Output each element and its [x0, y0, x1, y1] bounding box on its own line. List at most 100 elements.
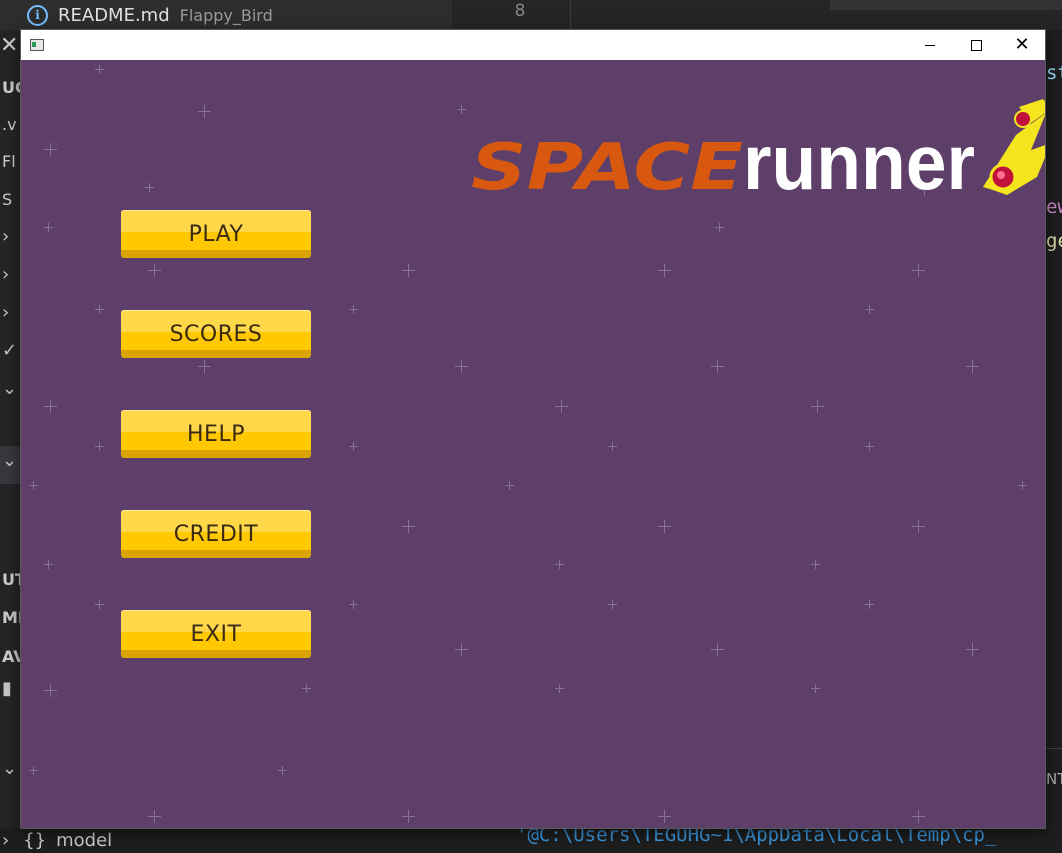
star-decoration — [1018, 481, 1027, 490]
star-decoration — [865, 305, 874, 314]
star-decoration — [555, 684, 564, 693]
check-icon: ✓ — [2, 340, 18, 361]
star-decoration — [711, 643, 724, 656]
divider — [570, 0, 571, 30]
star-decoration — [95, 600, 104, 609]
star-decoration — [145, 183, 154, 192]
star-decoration — [302, 684, 311, 693]
star-decoration — [44, 143, 57, 156]
star-decoration — [44, 560, 53, 569]
star-decoration — [658, 264, 671, 277]
star-decoration — [658, 520, 671, 533]
code-fragment: st — [1046, 62, 1062, 84]
sidebar-item[interactable]: Fl — [2, 152, 16, 171]
chevron-down-icon[interactable]: ⌄ — [2, 758, 17, 779]
chevron-right-icon[interactable]: › — [2, 302, 9, 323]
window-titlebar[interactable]: ✕ — [21, 30, 1045, 60]
outline-item-label: model — [56, 830, 113, 851]
star-decoration — [455, 360, 468, 373]
game-window: ✕ SPACE runner PLAY SCORES HELP CREDIT E… — [21, 30, 1045, 828]
star-decoration — [198, 360, 211, 373]
star-decoration — [711, 360, 724, 373]
star-decoration — [912, 520, 925, 533]
tab-folder-name: Flappy_Bird — [179, 5, 273, 25]
editor-tab-readme[interactable]: i README.md Flappy_Bird — [0, 0, 452, 30]
star-decoration — [811, 684, 820, 693]
star-decoration — [198, 105, 211, 118]
code-fragment: ge — [1046, 230, 1062, 252]
star-decoration — [29, 766, 38, 775]
maximize-button[interactable] — [953, 30, 999, 60]
star-decoration — [457, 105, 466, 114]
star-decoration — [402, 810, 415, 823]
help-button[interactable]: HELP — [121, 410, 311, 458]
logo-text-space: SPACE — [471, 131, 743, 205]
star-decoration — [455, 643, 468, 656]
star-decoration — [402, 264, 415, 277]
minimize-icon — [925, 44, 935, 46]
info-icon: i — [27, 4, 48, 26]
star-decoration — [29, 481, 38, 490]
code-fragment: ew — [1046, 196, 1062, 218]
sidebar-section-label: MI — [2, 608, 22, 627]
scores-button-label: SCORES — [169, 322, 263, 347]
star-decoration — [95, 305, 104, 314]
chevron-down-icon[interactable]: ⌄ — [2, 450, 17, 471]
star-decoration — [349, 442, 358, 451]
star-decoration — [658, 810, 671, 823]
star-decoration — [555, 560, 564, 569]
sidebar-section-label: AVA — [2, 647, 22, 666]
sidebar-section-label: UG — [2, 78, 22, 97]
star-decoration — [44, 684, 57, 697]
chevron-right-icon[interactable]: › — [2, 264, 9, 285]
sidebar-item[interactable]: .v — [2, 115, 17, 134]
credit-button[interactable]: CREDIT — [121, 510, 311, 558]
star-decoration — [148, 264, 161, 277]
star-decoration — [966, 360, 979, 373]
close-button[interactable]: ✕ — [999, 30, 1045, 60]
comet-icon — [983, 99, 1045, 195]
star-decoration — [865, 600, 874, 609]
star-decoration — [95, 442, 104, 451]
star-decoration — [555, 400, 568, 413]
close-icon: ✕ — [1014, 34, 1030, 55]
explorer-sidebar: UG .v Fl S › › › ✓ ⌄ ⌄ UT MI AVA ▮ ⌄ — [0, 30, 22, 853]
brace-icon: {} — [23, 830, 47, 851]
minimize-button[interactable] — [907, 30, 953, 60]
star-decoration — [608, 600, 617, 609]
chevron-right-icon[interactable]: › — [2, 226, 9, 247]
scores-button[interactable]: SCORES — [121, 310, 311, 358]
chevron-right-icon: › — [2, 830, 10, 851]
panel-edge — [830, 0, 1062, 10]
play-button-label: PLAY — [188, 222, 244, 247]
star-decoration — [865, 442, 874, 451]
exit-button[interactable]: EXIT — [121, 610, 311, 658]
close-icon[interactable]: ✕ — [0, 33, 18, 58]
sidebar-section-label: UT — [2, 570, 22, 589]
star-decoration — [966, 643, 979, 656]
tab-file-name: README.md — [58, 4, 170, 26]
star-decoration — [95, 65, 104, 74]
maximize-icon — [970, 39, 982, 51]
play-button[interactable]: PLAY — [121, 210, 311, 258]
game-canvas: SPACE runner PLAY SCORES HELP CREDIT EXI — [21, 60, 1045, 828]
star-decoration — [811, 560, 820, 569]
credit-button-label: CREDIT — [173, 522, 259, 547]
outline-item[interactable]: › {} model — [0, 828, 460, 853]
star-decoration — [912, 264, 925, 277]
star-decoration — [505, 481, 514, 490]
panel-label: NT — [1046, 770, 1062, 788]
game-logo: SPACE runner — [471, 99, 1045, 206]
exit-button-label: EXIT — [190, 622, 242, 647]
editor-tab-bar: i README.md Flappy_Bird 8 — [0, 0, 1062, 30]
logo-text-runner: runner — [743, 118, 975, 206]
line-number: 8 — [514, 1, 526, 21]
sidebar-item[interactable]: S — [2, 190, 12, 209]
star-decoration — [44, 400, 57, 413]
star-decoration — [44, 223, 53, 232]
star-decoration — [402, 520, 415, 533]
app-icon — [30, 39, 44, 51]
chevron-down-icon[interactable]: ⌄ — [2, 378, 17, 399]
star-decoration — [349, 600, 358, 609]
help-button-label: HELP — [187, 422, 245, 447]
